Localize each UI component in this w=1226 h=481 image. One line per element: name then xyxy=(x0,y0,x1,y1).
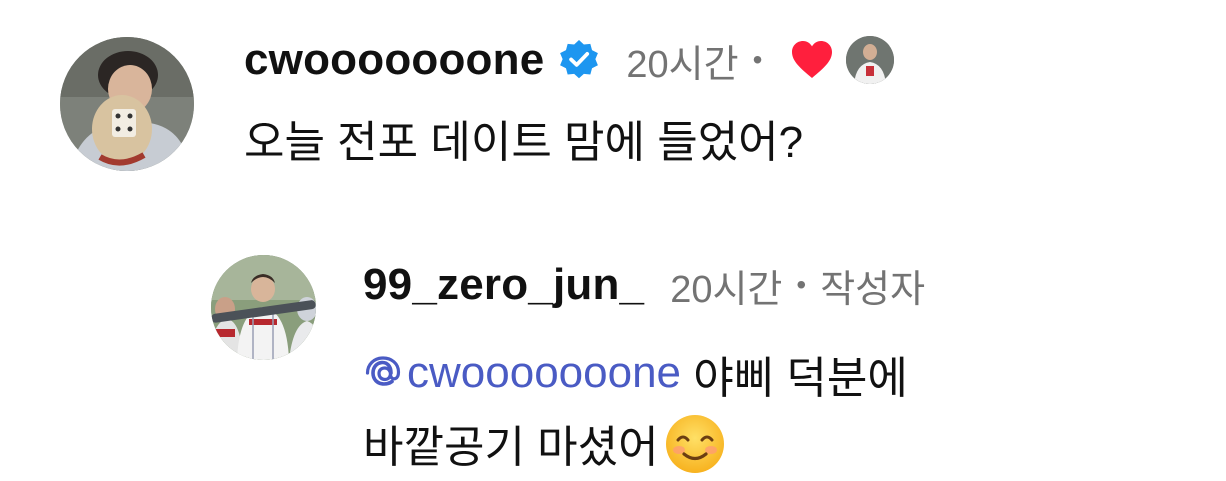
commenter-username[interactable]: cwooooooone xyxy=(244,35,544,85)
replier-avatar[interactable] xyxy=(211,255,316,360)
mention-username: cwooooooone xyxy=(407,348,682,397)
comment-timestamp: 20시간 xyxy=(626,43,739,86)
threads-at-icon xyxy=(363,353,403,393)
commenter-avatar[interactable] xyxy=(60,37,194,171)
meta-separator: • xyxy=(796,269,807,300)
meta-separator: • xyxy=(752,44,763,75)
replier-avatar-image xyxy=(211,255,316,360)
mention-link[interactable]: cwooooooone xyxy=(363,340,681,406)
comment-header: cwooooooone 20시간 • xyxy=(244,30,895,90)
smiling-face-emoji-icon xyxy=(663,412,727,476)
reply-text-line2: 바깥공기 마셨어 xyxy=(363,423,659,472)
comment-body: 오늘 전포 데이트 맘에 들었어? xyxy=(244,118,804,167)
reply-timestamp: 20시간 xyxy=(670,268,783,311)
author-tag: 작성자 xyxy=(820,268,926,311)
verified-badge-icon xyxy=(558,39,600,81)
author-liked-heart-icon xyxy=(790,40,834,80)
reply-body: cwooooooone 야삐 덕분에 바깥공기 마셨어 xyxy=(363,340,1163,481)
replier-username[interactable]: 99_zero_jun_ xyxy=(363,260,644,310)
liker-avatar xyxy=(846,36,895,84)
reply-text-line1: 야삐 덕분에 xyxy=(681,354,908,403)
commenter-avatar-image xyxy=(60,37,194,171)
reply-header: 99_zero_jun_ 20시간 • 작성자 xyxy=(363,255,925,315)
